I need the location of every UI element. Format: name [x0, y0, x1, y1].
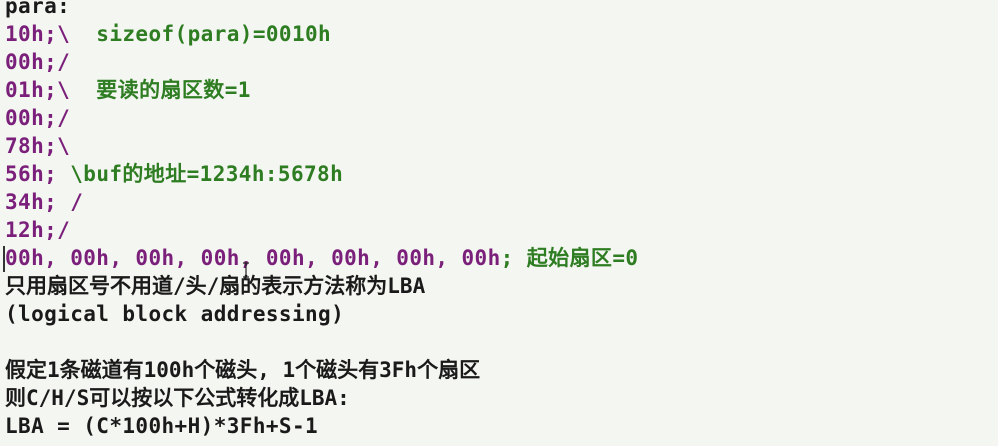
code-address: 10h;\ [5, 22, 71, 46]
code-comment: \buf的地址=1234h:5678h [57, 162, 344, 186]
code-line: 56h; \buf的地址=1234h:5678h [5, 160, 995, 188]
code-line: 01h;\ 要读的扇区数=1 [5, 76, 995, 104]
lba-expansion: (logical block addressing) [5, 302, 345, 326]
code-comment: sizeof(para)=0010h [70, 22, 332, 46]
sector-values: 00h, 00h, 00h, 00h, 00h, 00h, 00h, 00h [5, 246, 501, 270]
code-label: para: [5, 0, 71, 18]
code-line: 10h;\ sizeof(para)=0010h [5, 20, 995, 48]
code-address: 01h;\ [5, 78, 71, 102]
ibeam-cursor-icon [243, 262, 249, 278]
code-line: 34h; / [5, 188, 995, 216]
code-line: 78h;\ [5, 132, 995, 160]
code-line: 00h;/ [5, 48, 995, 76]
code-address: 56h; [5, 162, 58, 186]
code-editor[interactable]: para: 10h;\ sizeof(para)=0010h 00h;/ 01h… [3, 0, 995, 446]
lba-description: 只用扇区号不用道/头/扇的表示方法称为LBA [5, 274, 426, 298]
code-address: 78h;\ [5, 134, 71, 158]
assumption-line: 假定1条磁道有100h个磁头, 1个磁头有3Fh个扇区 [5, 358, 481, 382]
code-line: 12h;/ [5, 216, 995, 244]
code-address: 00h;/ [5, 50, 71, 74]
conversion-line: 则C/H/S可以按以下公式转化成LBA: [5, 386, 350, 410]
code-line: 00h;/ [5, 104, 995, 132]
code-address: 34h; [5, 190, 58, 214]
sector-comment: ; 起始扇区=0 [500, 246, 639, 270]
lba-formula: LBA = (C*100h+H)*3Fh+S-1 [5, 414, 319, 438]
code-address: 00h;/ [5, 106, 71, 130]
code-comment: / [57, 190, 84, 214]
code-address: 12h;/ [5, 218, 71, 242]
code-comment: 要读的扇区数=1 [70, 78, 251, 102]
sector-line: 00h, 00h, 00h, 00h, 00h, 00h, 00h, 00h; … [3, 244, 995, 272]
